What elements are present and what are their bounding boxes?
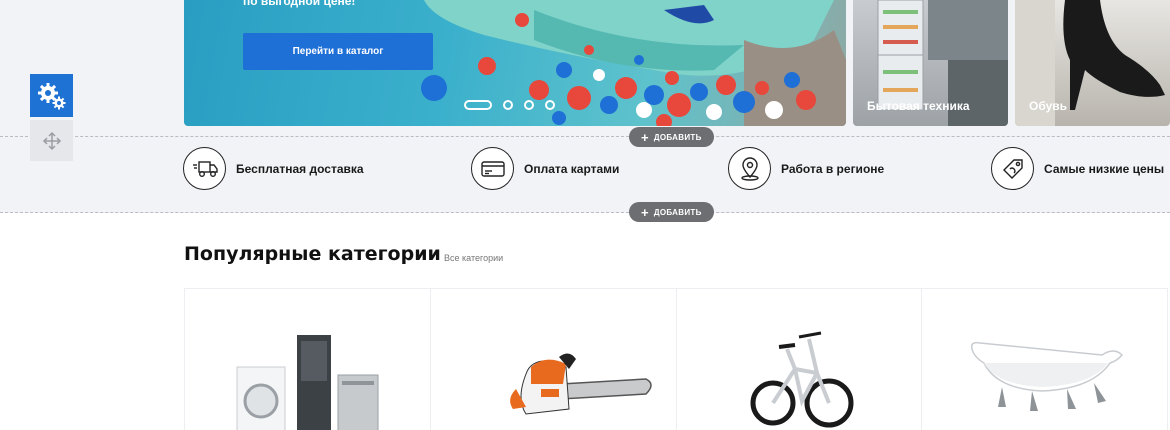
banner-label: Обувь [1029,99,1068,113]
banner-appliances[interactable]: Бытовая техника [853,0,1008,126]
add-label: ДОБАВИТЬ [653,207,702,217]
catalog-button[interactable]: Перейти в каталог [243,33,433,70]
appliances-image [236,335,379,430]
feature-low-prices: Самые низкие цены [991,147,1164,190]
slider-dot[interactable] [464,100,492,110]
credit-card-icon [471,147,514,190]
plus-icon: + [641,129,649,145]
feature-delivery: Бесплатная доставка [183,147,364,190]
hero-title: по выгодной цене! [243,0,356,8]
slider-dot[interactable] [524,100,534,110]
category-tile[interactable] [185,289,431,430]
section-title: Популярные категории [184,243,441,265]
gears-icon [37,82,65,109]
add-block-button[interactable]: + ДОБАВИТЬ [629,202,714,222]
hero-banner[interactable]: по выгодной цене! Перейти в каталог [184,0,846,126]
feature-label: Самые низкие цены [1044,161,1165,176]
chainsaw-image [509,353,652,415]
settings-button[interactable] [30,74,73,117]
add-label: ДОБАВИТЬ [653,132,702,142]
feature-card-payment: Оплата картами [471,147,619,190]
feature-label: Работа в регионе [781,161,885,176]
slider-dot[interactable] [503,100,513,110]
bicycle-image [750,331,853,428]
feature-label: Бесплатная доставка [236,161,364,176]
category-tile[interactable] [922,289,1168,430]
bathtub-image [971,341,1124,411]
map-pin-icon [728,147,771,190]
slider-dots [464,100,555,110]
plus-icon: + [641,204,649,220]
feature-label: Оплата картами [524,161,620,176]
move-handle[interactable] [30,120,73,161]
category-tile[interactable] [676,289,923,430]
banner-label: Бытовая техника [867,99,970,113]
banner-shoes[interactable]: Обувь [1015,0,1170,126]
section-divider [0,212,1170,213]
add-block-button[interactable]: + ДОБАВИТЬ [629,127,714,147]
all-categories-link[interactable]: Все категории [444,253,503,263]
price-tag-icon [991,147,1034,190]
section-divider [0,136,1170,137]
move-arrows-icon [42,131,61,150]
delivery-truck-icon [183,147,226,190]
category-tile[interactable] [430,289,677,430]
slider-dot[interactable] [545,100,555,110]
feature-region: Работа в регионе [728,147,884,190]
category-grid [184,288,1168,430]
